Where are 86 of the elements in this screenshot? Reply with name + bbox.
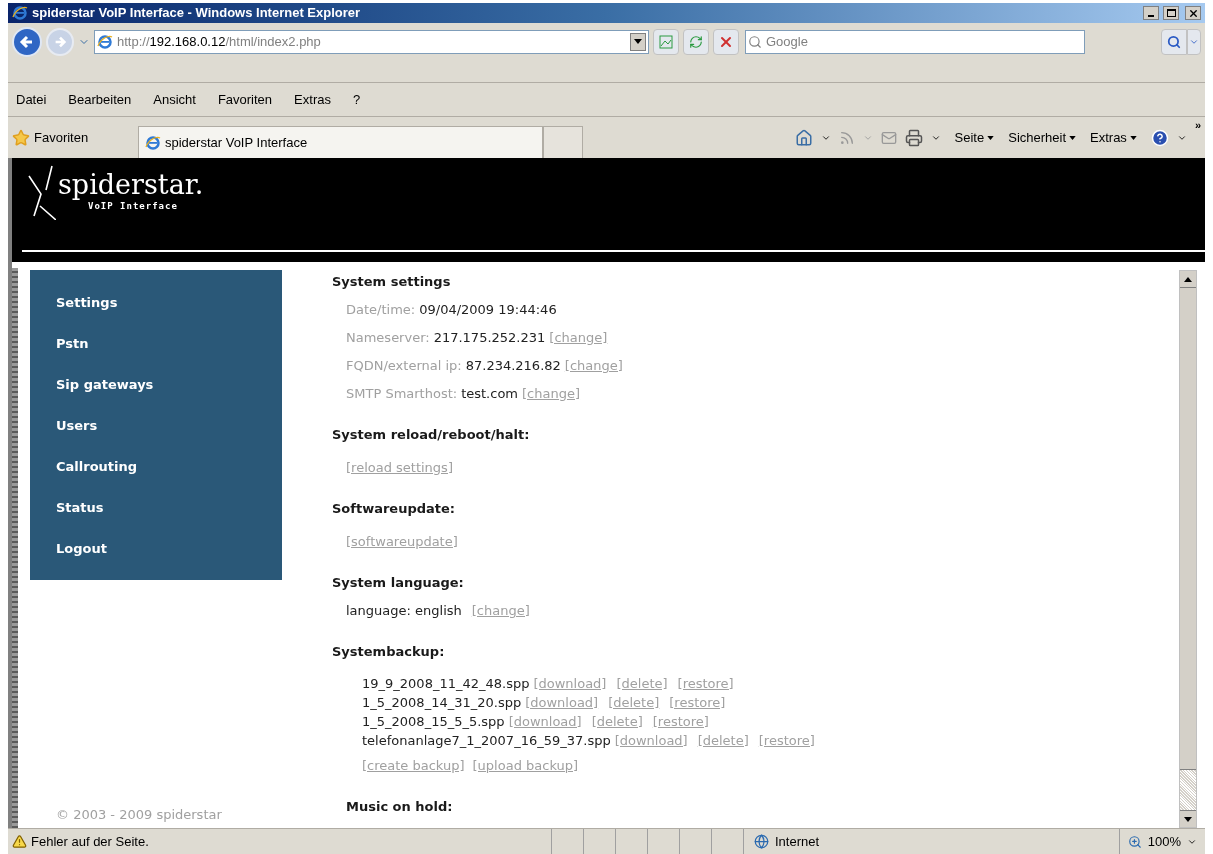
- refresh-icon: [689, 34, 703, 49]
- menu-item[interactable]: Datei: [16, 89, 47, 110]
- search-icon: [1167, 34, 1181, 49]
- sidebar-item[interactable]: Users: [56, 415, 98, 437]
- close-button[interactable]: [1185, 6, 1201, 20]
- scroll-up-button[interactable]: [1180, 271, 1196, 288]
- print-icon[interactable]: [904, 128, 923, 147]
- forward-arrow-icon: [53, 34, 67, 49]
- search-field[interactable]: Google: [745, 29, 1085, 54]
- browser-tab[interactable]: spiderstar VoIP Interface: [138, 126, 543, 158]
- scroll-down-button[interactable]: [1180, 810, 1196, 827]
- status-message: Fehler auf der Seite.: [31, 832, 150, 851]
- back-button[interactable]: [12, 26, 42, 57]
- window-title: spiderstar VoIP Interface - Windows Internet Explorer: [32, 5, 361, 21]
- field-label: FQDN/external ip:: [346, 357, 462, 375]
- address-url: http://192.168.0.12/html/index2.php: [117, 32, 321, 51]
- logo-tagline: VoIP Interface: [87, 200, 179, 214]
- search-icon: [748, 34, 762, 49]
- sidebar-item[interactable]: Logout: [56, 538, 107, 560]
- tab-title: spiderstar VoIP Interface: [165, 133, 308, 152]
- sidebar-item[interactable]: Sip gateways: [56, 374, 154, 396]
- caret-icon: [1129, 135, 1137, 140]
- section-heading: Music on hold:: [345, 798, 454, 816]
- globe-icon: [754, 834, 769, 849]
- picture-frame-icon: [659, 34, 673, 49]
- field-value: 87.234.216.82: [465, 357, 561, 375]
- caret-icon: [1184, 276, 1192, 282]
- menu-item[interactable]: ?: [352, 89, 361, 110]
- address-field[interactable]: http://192.168.0.12/html/index2.php: [94, 29, 649, 54]
- stop-button[interactable]: [713, 28, 739, 55]
- favorites-button[interactable]: Favoriten: [34, 127, 89, 148]
- command-menu-button[interactable]: Extras: [1090, 127, 1137, 148]
- command-menu-button[interactable]: Seite: [954, 127, 995, 148]
- home-icon[interactable]: [794, 128, 813, 147]
- back-arrow-icon: [19, 33, 35, 50]
- section-heading: System reload/reboot/halt:: [332, 426, 531, 444]
- field-value: 217.175.252.231: [433, 329, 546, 347]
- close-icon: [1187, 7, 1199, 19]
- browser-logo-icon: [97, 33, 113, 50]
- caret-icon: [1184, 816, 1192, 822]
- logo-mark-icon: [26, 164, 56, 220]
- backup-file-name: telefonanlage7_1_2007_16_59_37.spp: [362, 732, 611, 750]
- field-value: test.com: [461, 385, 519, 403]
- warning-icon[interactable]: [12, 834, 27, 849]
- menu-item[interactable]: Extras: [294, 89, 331, 110]
- minimize-button[interactable]: [1143, 6, 1159, 20]
- section-heading: Systembackup:: [332, 643, 446, 661]
- sidebar-item[interactable]: Pstn: [56, 333, 89, 355]
- section-heading: System language:: [332, 574, 465, 592]
- maximize-button[interactable]: [1163, 6, 1179, 20]
- sidebar-item[interactable]: Callrouting: [56, 456, 138, 478]
- caret-icon: [1069, 135, 1077, 140]
- field-label: Nameserver:: [346, 329, 430, 347]
- section-heading: System settings: [332, 273, 452, 291]
- zoom-level[interactable]: 100%: [1147, 831, 1181, 852]
- scroll-thumb[interactable]: [1180, 288, 1196, 770]
- section-heading: Softwareupdate:: [332, 500, 457, 518]
- search-input[interactable]: Google: [766, 31, 1082, 52]
- search-button[interactable]: [1161, 28, 1187, 55]
- command-menu-button[interactable]: Sicherheit: [1008, 127, 1077, 148]
- refresh-button[interactable]: [683, 28, 709, 55]
- sidebar-item[interactable]: Settings: [56, 292, 118, 314]
- toolbar-overflow-button[interactable]: »: [1194, 117, 1201, 134]
- backup-file-name: 1_5_2008_15_5_5.spp: [362, 713, 505, 731]
- backup-file-name: 1_5_2008_14_31_20.spp: [362, 694, 522, 712]
- browser-logo-icon: [145, 134, 161, 151]
- menu-item[interactable]: Favoriten: [217, 89, 273, 110]
- backup-file-name: 19_9_2008_11_42_48.spp: [362, 675, 530, 693]
- field-value: 09/04/2009 19:44:46: [419, 301, 557, 319]
- field-label: Date/time:: [346, 301, 416, 319]
- security-zone: Internet: [775, 832, 820, 851]
- caret-icon: [987, 135, 995, 140]
- help-icon[interactable]: [1150, 128, 1169, 147]
- menu-item[interactable]: Ansicht: [153, 89, 196, 110]
- scrollbar[interactable]: [1179, 270, 1197, 828]
- browser-logo-icon: [12, 5, 28, 21]
- logo-text: spiderstar.: [58, 170, 204, 201]
- star-icon: [12, 128, 30, 147]
- field-value: language: english: [346, 602, 462, 620]
- field-label: SMTP Smarthost:: [346, 385, 458, 403]
- menu-item[interactable]: Bearbeiten: [68, 89, 132, 110]
- zoom-icon[interactable]: [1127, 834, 1142, 849]
- address-dropdown-button[interactable]: [630, 32, 646, 51]
- caret-icon: [634, 39, 642, 44]
- sidebar-item[interactable]: Status: [56, 497, 104, 519]
- copyright: © 2003 - 2009 spiderstar: [55, 805, 223, 824]
